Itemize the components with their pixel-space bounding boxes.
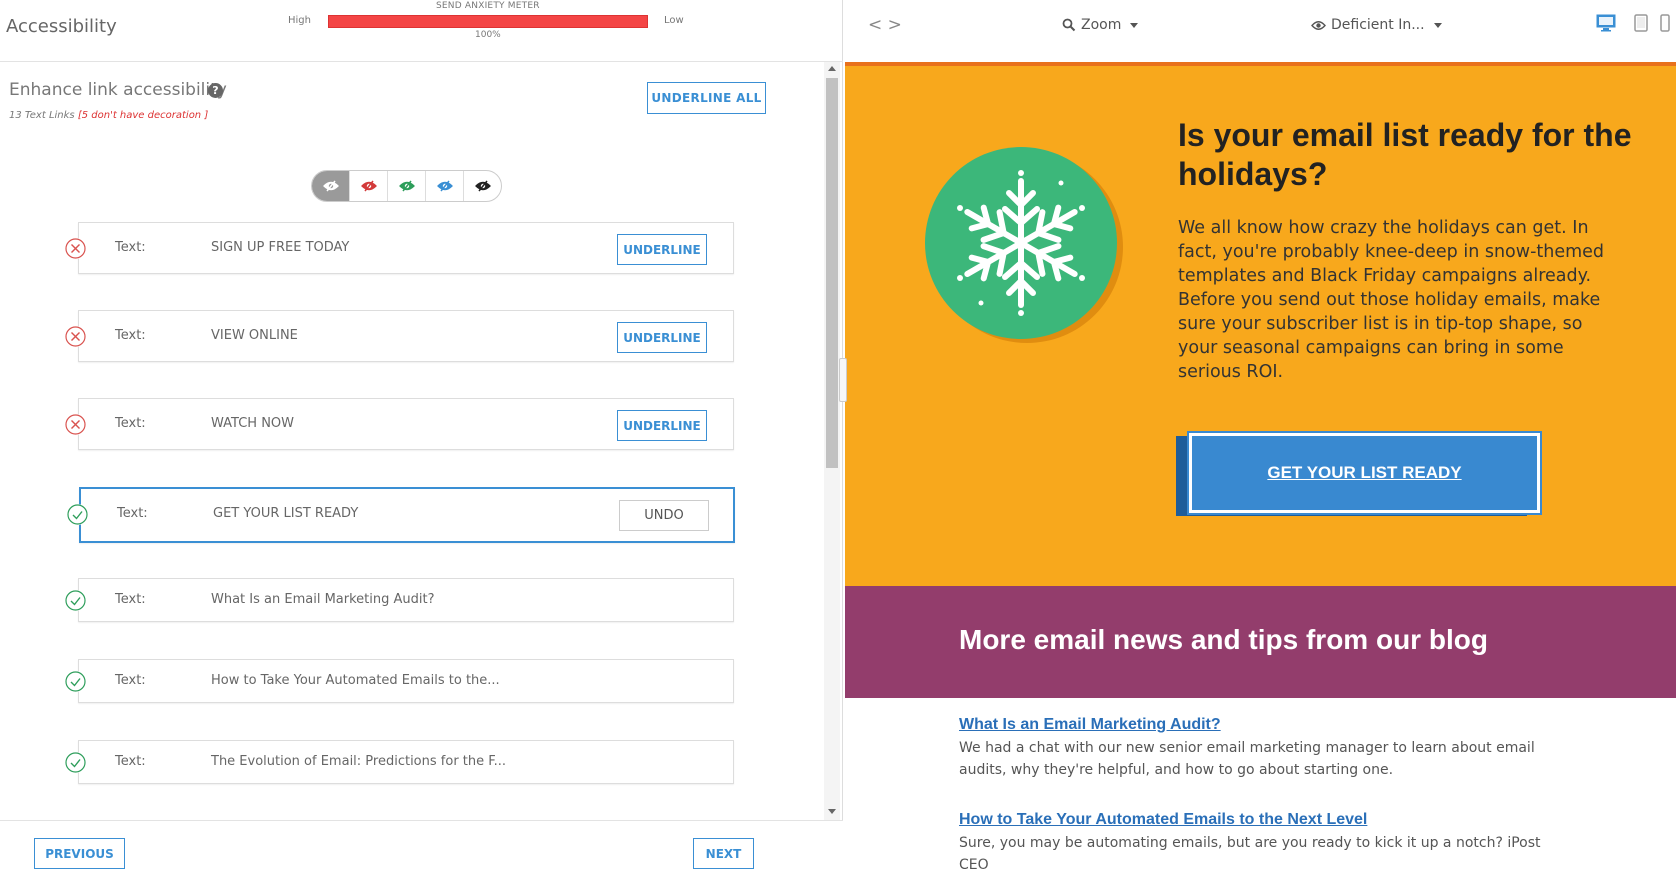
desktop-icon[interactable] xyxy=(1596,14,1616,32)
blog-header-band: More email news and tips from our blog xyxy=(845,586,1676,698)
panel-footer: PREVIOUS NEXT xyxy=(0,820,843,875)
tablet-icon[interactable] xyxy=(1634,14,1648,32)
mobile-icon[interactable] xyxy=(1660,14,1670,32)
eye-slash-icon xyxy=(322,180,339,192)
filter-all-button[interactable] xyxy=(312,171,350,201)
scroll-up-arrow-icon[interactable] xyxy=(828,66,836,71)
link-row[interactable]: Text: VIEW ONLINE UNDERLINE xyxy=(65,310,734,362)
link-row[interactable]: Text: WATCH NOW UNDERLINE xyxy=(65,398,734,450)
filter-black-button[interactable] xyxy=(464,171,501,201)
zoom-label: Zoom xyxy=(1081,17,1122,33)
chevron-down-icon xyxy=(1130,22,1139,28)
vision-filter-group xyxy=(311,170,502,202)
row-label: Text: xyxy=(115,416,146,431)
meter-high-label: High xyxy=(288,15,311,26)
get-your-list-ready-button[interactable]: GET YOUR LIST READY xyxy=(1187,431,1542,515)
vision-deficiency-dropdown[interactable]: Deficient In... xyxy=(1311,17,1442,33)
eye-slash-icon xyxy=(398,180,415,192)
row-link-text: GET YOUR LIST READY xyxy=(213,506,359,521)
link-row[interactable]: Text: GET YOUR LIST READY UNDO xyxy=(67,487,735,543)
row-label: Text: xyxy=(115,240,146,255)
underline-button[interactable]: UNDERLINE xyxy=(617,410,707,441)
blog-post-link[interactable]: How to Take Your Automated Emails to the… xyxy=(959,811,1367,829)
row-label: Text: xyxy=(115,673,146,688)
scrollbar[interactable] xyxy=(824,62,840,820)
zoom-dropdown[interactable]: Zoom xyxy=(1062,17,1139,33)
email-preview-panel: < > Zoom Deficient In... Is your email l… xyxy=(845,0,1676,875)
search-icon xyxy=(1062,18,1076,32)
row-link-text: SIGN UP FREE TODAY xyxy=(211,240,350,255)
error-x-circle-icon xyxy=(65,414,86,435)
eye-slash-icon xyxy=(474,180,491,192)
scrollbar-thumb[interactable] xyxy=(826,78,838,468)
chevron-down-icon xyxy=(1433,22,1442,28)
link-row[interactable]: Text: SIGN UP FREE TODAY UNDERLINE xyxy=(65,222,734,274)
accessibility-panel: Accessibility SEND ANXIETY METER High Lo… xyxy=(0,0,843,875)
email-hero: Is your email list ready for the holiday… xyxy=(845,66,1676,586)
check-circle-icon xyxy=(65,752,86,773)
meter-value: 100% xyxy=(475,30,501,40)
underline-button[interactable]: UNDERLINE xyxy=(617,322,707,353)
row-label: Text: xyxy=(115,328,146,343)
check-circle-icon xyxy=(65,590,86,611)
anxiety-meter-title: SEND ANXIETY METER xyxy=(436,1,540,11)
check-circle-icon xyxy=(65,671,86,692)
row-label: Text: xyxy=(117,506,148,521)
email-hero-title: Is your email list ready for the holiday… xyxy=(1178,117,1632,192)
blog-title: More email news and tips from our blog xyxy=(959,624,1488,655)
cta-label: GET YOUR LIST READY xyxy=(1267,463,1462,482)
link-count: 13 Text Links [5 don't have decoration ] xyxy=(9,110,208,121)
section-title: Enhance link accessibility xyxy=(9,80,227,100)
blog-post-link[interactable]: What Is an Email Marketing Audit? xyxy=(959,716,1221,734)
row-link-text: VIEW ONLINE xyxy=(211,328,298,343)
meter-low-label: Low xyxy=(664,15,684,26)
previous-button[interactable]: PREVIOUS xyxy=(34,838,125,869)
preview-toolbar: < > Zoom Deficient In... xyxy=(845,0,1676,62)
anxiety-meter-bar xyxy=(328,15,648,28)
error-x-circle-icon xyxy=(65,238,86,259)
panel-header: Accessibility SEND ANXIETY METER High Lo… xyxy=(0,0,843,62)
link-row[interactable]: Text: What Is an Email Marketing Audit? xyxy=(65,578,734,622)
link-list-scroll-area[interactable]: Enhance link accessibility ? 13 Text Lin… xyxy=(0,62,843,820)
row-link-text: The Evolution of Email: Predictions for … xyxy=(211,754,507,769)
check-circle-icon xyxy=(67,504,88,525)
code-icon[interactable]: < > xyxy=(868,15,902,35)
row-link-text: What Is an Email Marketing Audit? xyxy=(211,592,435,607)
error-x-circle-icon xyxy=(65,326,86,347)
eye-slash-icon xyxy=(436,180,453,192)
eye-slash-icon xyxy=(360,180,377,192)
filter-blue-button[interactable] xyxy=(426,171,464,201)
question-circle-icon[interactable]: ? xyxy=(208,83,223,98)
row-link-text: How to Take Your Automated Emails to the… xyxy=(211,673,500,688)
link-row[interactable]: Text: How to Take Your Automated Emails t… xyxy=(65,659,734,703)
anxiety-meter-fill xyxy=(329,16,647,27)
link-count-text: 13 Text Links xyxy=(9,110,75,121)
underline-all-button[interactable]: UNDERLINE ALL xyxy=(647,82,766,114)
filter-green-button[interactable] xyxy=(388,171,426,201)
email-hero-body: We all know how crazy the holidays can g… xyxy=(1178,218,1605,382)
panel-title: Accessibility xyxy=(6,16,117,37)
scroll-down-arrow-icon[interactable] xyxy=(828,809,836,814)
underline-button[interactable]: UNDERLINE xyxy=(617,234,707,265)
next-button[interactable]: NEXT xyxy=(693,838,754,869)
panel-resize-handle[interactable] xyxy=(839,358,847,402)
link-count-warning: [5 don't have decoration ] xyxy=(77,110,209,121)
row-label: Text: xyxy=(115,592,146,607)
eye-icon xyxy=(1311,20,1326,30)
snowflake-icon xyxy=(946,170,1096,316)
vision-label: Deficient In... xyxy=(1331,17,1425,33)
blog-post-description: Sure, you may be automating emails, but … xyxy=(959,835,1541,873)
undo-button[interactable]: UNDO xyxy=(619,500,709,531)
filter-red-button[interactable] xyxy=(350,171,388,201)
row-label: Text: xyxy=(115,754,146,769)
blog-post-description: We had a chat with our new senior email … xyxy=(959,740,1535,778)
link-row[interactable]: Text: The Evolution of Email: Predictions… xyxy=(65,740,734,784)
row-link-text: WATCH NOW xyxy=(211,416,295,431)
